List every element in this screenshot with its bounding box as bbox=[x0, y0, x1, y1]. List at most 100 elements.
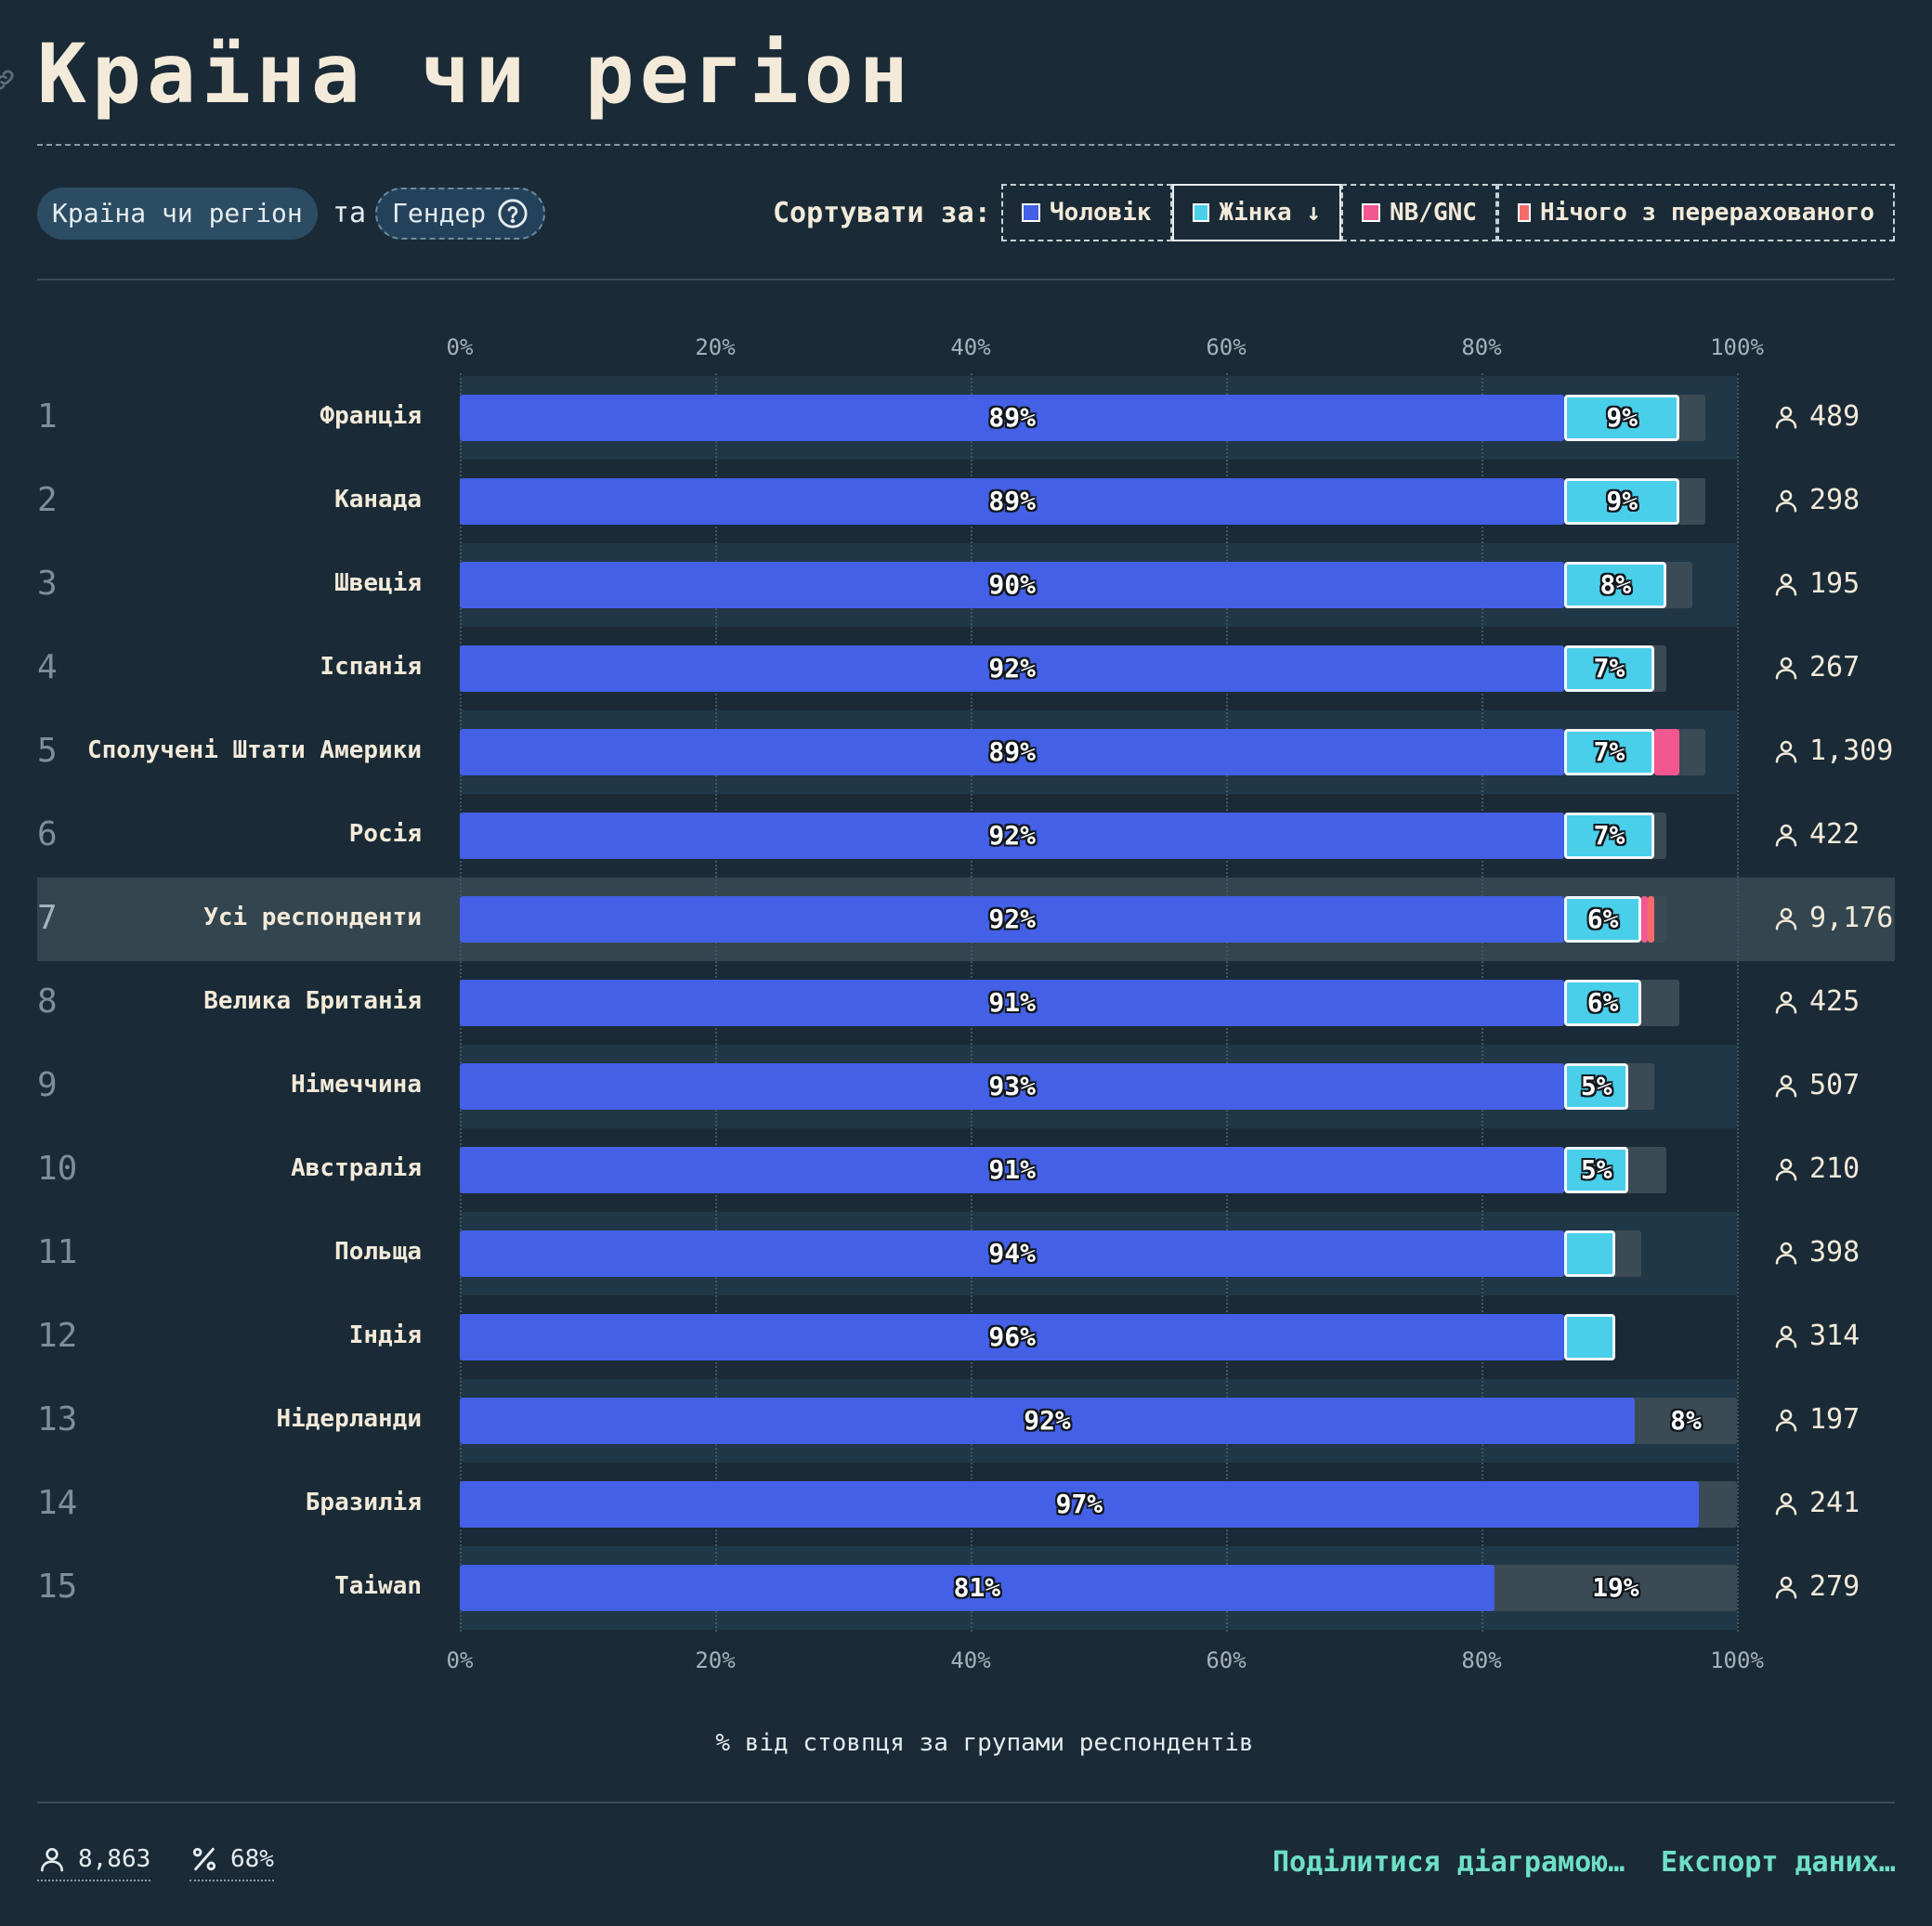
row-rank: 8 bbox=[37, 983, 58, 1021]
respondent-count-value: 279 bbox=[1809, 1570, 1860, 1603]
bar-value-label-female: 9% bbox=[1606, 402, 1638, 433]
bar-segment-female[interactable] bbox=[1564, 1230, 1616, 1277]
bar-value-label-male: 92% bbox=[988, 820, 1036, 851]
respondent-count: 241 bbox=[1772, 1487, 1860, 1519]
bar-value-label-male: 97% bbox=[1055, 1489, 1103, 1519]
country-label: Бразилія bbox=[305, 1489, 422, 1516]
respondent-count: 9,176 bbox=[1772, 902, 1893, 934]
bar-value-label-female: 7% bbox=[1593, 653, 1625, 683]
link-icon[interactable] bbox=[0, 67, 17, 93]
bar-value-label-female: 7% bbox=[1593, 820, 1625, 851]
person-icon bbox=[1775, 489, 1797, 512]
respondent-count-value: 9,176 bbox=[1809, 902, 1894, 934]
x-tick-label-top: 80% bbox=[1461, 334, 1502, 360]
row-rank: 4 bbox=[37, 648, 58, 686]
swatch-none bbox=[1518, 203, 1531, 222]
x-tick-label-bottom: 0% bbox=[446, 1647, 474, 1673]
gridline bbox=[1737, 373, 1739, 1632]
export-data-link[interactable]: Експорт даних… bbox=[1661, 1846, 1896, 1879]
bar-value-label-male: 91% bbox=[988, 987, 1036, 1018]
respondent-count-value: 507 bbox=[1809, 1069, 1860, 1101]
x-tick-label-bottom: 20% bbox=[695, 1647, 736, 1673]
x-axis-title: % від стовпця за групами респондентів bbox=[715, 1729, 1254, 1757]
country-label: Сполучені Штати Америки bbox=[86, 736, 422, 764]
row-rank: 1 bbox=[37, 397, 58, 436]
x-tick-label-bottom: 40% bbox=[950, 1647, 991, 1673]
sort-option-none[interactable]: Нічого з перерахованого bbox=[1497, 184, 1895, 241]
bar-value-label-female: 5% bbox=[1580, 1071, 1612, 1101]
country-label: Австралія bbox=[291, 1154, 422, 1182]
respondent-count: 1,309 bbox=[1772, 735, 1893, 767]
bar-value-label-male: 89% bbox=[988, 736, 1036, 767]
help-icon[interactable] bbox=[497, 198, 529, 229]
respondent-count: 267 bbox=[1772, 651, 1860, 683]
row-rank: 7 bbox=[37, 899, 58, 937]
person-icon bbox=[1775, 1492, 1797, 1515]
share-chart-link[interactable]: Поділитися діаграмою… bbox=[1273, 1846, 1625, 1879]
respondent-count: 425 bbox=[1772, 985, 1860, 1018]
respondent-count-value: 1,309 bbox=[1809, 735, 1894, 767]
page-title: Країна чи регіон bbox=[37, 26, 914, 122]
respondent-count-value: 210 bbox=[1809, 1152, 1860, 1185]
sort-option-nb[interactable]: NB/GNC bbox=[1341, 184, 1497, 241]
respondent-count-value: 489 bbox=[1809, 400, 1860, 433]
respondent-count: 195 bbox=[1772, 567, 1860, 600]
respondent-count-value: 422 bbox=[1809, 818, 1860, 851]
respondents-stat[interactable]: 8,863 bbox=[37, 1844, 151, 1881]
bar-value-label-male: 92% bbox=[1024, 1405, 1071, 1436]
x-tick-label-top: 20% bbox=[695, 334, 736, 360]
percent-stat[interactable]: 68% bbox=[189, 1844, 274, 1881]
person-icon bbox=[1775, 1409, 1797, 1431]
respondent-count-value: 398 bbox=[1809, 1236, 1860, 1269]
group-by-selector[interactable]: Країна чи регіон bbox=[37, 188, 318, 240]
respondent-count: 422 bbox=[1772, 818, 1860, 851]
row-rank: 2 bbox=[37, 481, 58, 519]
respondent-count-value: 197 bbox=[1809, 1403, 1860, 1436]
row-rank: 3 bbox=[37, 565, 58, 603]
respondent-count-value: 298 bbox=[1809, 484, 1860, 516]
respondent-count: 489 bbox=[1772, 400, 1860, 433]
respondent-count-value: 425 bbox=[1809, 985, 1860, 1018]
bar-value-label-female: 6% bbox=[1586, 904, 1619, 934]
person-icon bbox=[1775, 1576, 1797, 1598]
x-tick-label-top: 0% bbox=[446, 334, 474, 360]
bar-value-label-male: 90% bbox=[988, 569, 1036, 600]
breakdown-selector[interactable]: Гендер bbox=[375, 188, 546, 240]
country-label: Швеція bbox=[334, 569, 422, 597]
title-divider bbox=[37, 144, 1895, 146]
bar-value-label-male: 96% bbox=[988, 1321, 1036, 1352]
bar-value-label-male: 89% bbox=[988, 486, 1036, 516]
sort-label: Сортувати за: bbox=[773, 197, 991, 229]
country-label: Іспанія bbox=[320, 653, 422, 681]
country-label: Канада bbox=[334, 486, 422, 514]
swatch-nb bbox=[1362, 203, 1380, 222]
bar-value-label-male: 94% bbox=[988, 1238, 1036, 1269]
person-icon bbox=[1775, 740, 1797, 762]
respondent-count-value: 195 bbox=[1809, 567, 1860, 600]
row-rank: 10 bbox=[37, 1150, 78, 1188]
row-rank: 11 bbox=[37, 1233, 78, 1271]
row-rank: 13 bbox=[37, 1400, 78, 1438]
country-label: Франція bbox=[320, 402, 422, 430]
bar-value-label-other: 19% bbox=[1592, 1572, 1639, 1603]
person-icon bbox=[1775, 406, 1797, 428]
x-tick-label-top: 40% bbox=[950, 334, 991, 360]
sort-option-female[interactable]: Жінка ↓ bbox=[1172, 184, 1341, 241]
x-tick-label-bottom: 60% bbox=[1206, 1647, 1247, 1673]
person-icon bbox=[1775, 573, 1797, 595]
bar-segment-none[interactable] bbox=[1647, 896, 1654, 943]
respondent-count-value: 314 bbox=[1809, 1320, 1860, 1352]
bar-segment-nb[interactable] bbox=[1640, 896, 1648, 943]
respondents-count: 8,863 bbox=[78, 1845, 151, 1873]
country-label: Індія bbox=[348, 1321, 422, 1349]
row-rank: 14 bbox=[37, 1484, 78, 1522]
bar-value-label-female: 9% bbox=[1606, 486, 1638, 516]
person-icon bbox=[1775, 991, 1797, 1013]
bar-value-label-male: 91% bbox=[988, 1154, 1036, 1185]
sort-option-male[interactable]: Чоловік bbox=[1001, 184, 1172, 241]
sort-option-label: Чоловік bbox=[1050, 199, 1152, 227]
respondent-count-value: 241 bbox=[1809, 1487, 1860, 1519]
bar-segment-nb[interactable] bbox=[1653, 729, 1680, 775]
bar-segment-female[interactable] bbox=[1564, 1314, 1616, 1360]
person-icon bbox=[1775, 657, 1797, 679]
